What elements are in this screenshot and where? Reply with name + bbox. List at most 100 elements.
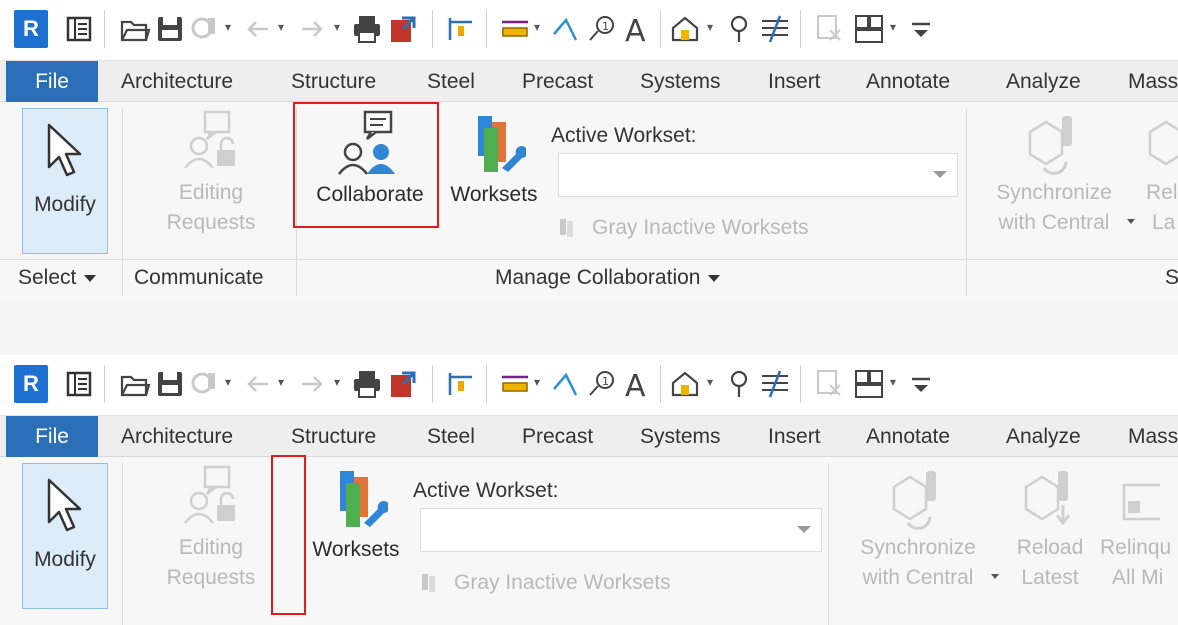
worksets-button[interactable]: Worksets	[442, 108, 546, 210]
active-workset-select[interactable]	[420, 508, 822, 552]
screenshot-with-collaborate: R ▾ ▾ ▾ ▾ 1 A ▾ ▾ File Architecture Stru…	[0, 0, 1178, 300]
switch-windows-icon[interactable]	[852, 367, 886, 401]
quick-access-toolbar: R ▾ ▾ ▾ ▾ 1 A ▾ ▾	[0, 355, 1178, 416]
select-panel-label[interactable]: Select	[18, 266, 97, 290]
editing-requests-line2: Requests	[166, 566, 256, 589]
tab-systems[interactable]: Systems	[640, 416, 721, 457]
synchronize-icon	[892, 471, 936, 530]
gray-inactive-icon	[558, 217, 576, 239]
relinquish-line2: All Mi	[1112, 566, 1164, 589]
editing-requests-line2: Requests	[166, 211, 256, 234]
modify-button[interactable]: Modify	[22, 463, 108, 609]
tab-insert[interactable]: Insert	[768, 61, 821, 102]
relinquish-button[interactable]: Relinqu All Mi	[1100, 463, 1178, 593]
active-workset-label: Active Workset:	[551, 124, 697, 147]
relinquish-line1: Relinqu	[1100, 536, 1172, 559]
open-icon[interactable]	[118, 12, 152, 46]
worksets-button[interactable]: Worksets	[304, 463, 408, 565]
customize-qat-icon[interactable]	[904, 12, 938, 46]
redo-icon[interactable]	[296, 367, 330, 401]
open-icon[interactable]	[118, 367, 152, 401]
tab-steel[interactable]: Steel	[427, 61, 475, 102]
editing-requests-button[interactable]: Editing Requests	[136, 108, 286, 238]
tab-mass[interactable]: Mass	[1128, 416, 1178, 457]
print-icon[interactable]	[350, 12, 384, 46]
gray-inactive-label: Gray Inactive Worksets	[592, 216, 809, 239]
save-icon[interactable]	[153, 367, 187, 401]
tab-architecture[interactable]: Architecture	[121, 61, 233, 102]
reload-latest-button[interactable]: Reload Latest	[1008, 463, 1092, 593]
measure-icon[interactable]	[498, 12, 532, 46]
3d-view-icon[interactable]	[668, 12, 702, 46]
tab-analyze[interactable]: Analyze	[1006, 61, 1081, 102]
align-dimension-icon[interactable]	[444, 367, 478, 401]
tab-structure[interactable]: Structure	[291, 61, 376, 102]
print-icon[interactable]	[350, 367, 384, 401]
switch-windows-icon[interactable]	[852, 12, 886, 46]
active-workset-select[interactable]	[558, 153, 958, 197]
svg-text:1: 1	[602, 20, 609, 33]
tab-systems[interactable]: Systems	[640, 61, 721, 102]
svg-text:1: 1	[602, 375, 609, 388]
reload-top-line2: La	[1152, 211, 1176, 234]
measure-icon[interactable]	[498, 367, 532, 401]
sync-icon[interactable]	[188, 12, 222, 46]
modify-button[interactable]: Modify	[22, 108, 108, 254]
tag-icon[interactable]: 1	[584, 367, 618, 401]
3d-view-icon[interactable]	[668, 367, 702, 401]
revit-logo[interactable]: R	[14, 365, 48, 403]
customize-qat-icon[interactable]	[904, 367, 938, 401]
angular-icon[interactable]	[548, 367, 582, 401]
export-icon[interactable]	[386, 367, 420, 401]
synchronize-button[interactable]: Synchronize with Central	[986, 108, 1122, 238]
thin-lines-icon[interactable]	[758, 12, 792, 46]
tag-icon[interactable]: 1	[584, 12, 618, 46]
tab-file[interactable]: File	[6, 416, 98, 457]
revit-logo[interactable]: R	[14, 10, 48, 48]
modify-cursor-icon	[47, 123, 82, 177]
align-dimension-icon[interactable]	[444, 12, 478, 46]
close-windows-icon[interactable]	[812, 12, 846, 46]
project-browser-icon[interactable]	[62, 367, 96, 401]
synchronize-button[interactable]: Synchronize with Central	[850, 463, 986, 593]
tab-precast[interactable]: Precast	[522, 61, 593, 102]
chevron-down-icon	[797, 526, 811, 533]
section-icon[interactable]	[722, 367, 756, 401]
reload-latest-button[interactable]: Rel La	[1140, 108, 1178, 238]
project-browser-icon[interactable]	[62, 12, 96, 46]
sync-icon[interactable]	[188, 367, 222, 401]
undo-icon[interactable]	[240, 367, 274, 401]
svg-text:A: A	[625, 369, 646, 401]
tab-steel[interactable]: Steel	[427, 416, 475, 457]
tab-analyze[interactable]: Analyze	[1006, 416, 1081, 457]
manage-collaboration-panel-label[interactable]: Manage Collaboration	[495, 266, 721, 290]
text-icon[interactable]: A	[620, 367, 654, 401]
save-icon[interactable]	[153, 12, 187, 46]
export-icon[interactable]	[386, 12, 420, 46]
tab-insert[interactable]: Insert	[768, 416, 821, 457]
tab-mass[interactable]: Mass	[1128, 61, 1178, 102]
chevron-down-icon	[933, 171, 947, 178]
tab-precast[interactable]: Precast	[522, 416, 593, 457]
section-icon[interactable]	[722, 12, 756, 46]
synchronize-icon	[1028, 116, 1072, 175]
tab-structure[interactable]: Structure	[291, 416, 376, 457]
close-windows-icon[interactable]	[812, 367, 846, 401]
thin-lines-icon[interactable]	[758, 367, 792, 401]
angular-icon[interactable]	[548, 12, 582, 46]
editing-requests-button[interactable]: Editing Requests	[136, 463, 286, 593]
text-icon[interactable]: A	[620, 12, 654, 46]
undo-icon[interactable]	[240, 12, 274, 46]
tab-annotate[interactable]: Annotate	[866, 416, 950, 457]
reload-line1: Reload	[1016, 536, 1084, 559]
ribbon-tabs: File Architecture Structure Steel Precas…	[0, 416, 1178, 457]
redo-icon[interactable]	[296, 12, 330, 46]
gray-inactive-worksets-button[interactable]: Gray Inactive Worksets	[558, 216, 809, 240]
synchronize-dropdown-icon[interactable]	[1127, 219, 1135, 224]
tab-architecture[interactable]: Architecture	[121, 416, 233, 457]
tab-file[interactable]: File	[6, 61, 98, 102]
modify-label: Modify	[34, 548, 96, 571]
synchronize-dropdown-icon[interactable]	[991, 574, 999, 579]
gray-inactive-worksets-button[interactable]: Gray Inactive Worksets	[420, 571, 671, 595]
tab-annotate[interactable]: Annotate	[866, 61, 950, 102]
